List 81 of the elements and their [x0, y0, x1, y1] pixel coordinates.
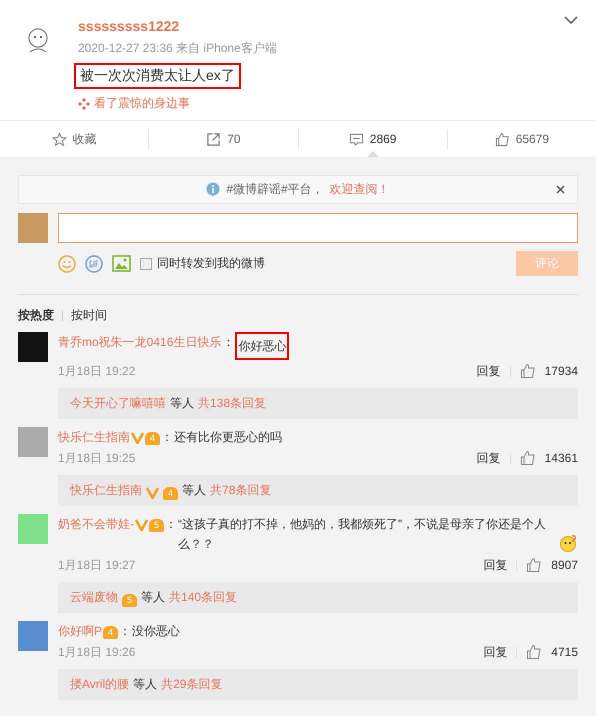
author-name[interactable]: sssssssss1222 [78, 18, 578, 34]
chevron-down-icon[interactable] [564, 16, 578, 25]
sort-tab[interactable]: 按时间 [71, 307, 107, 324]
reply-count-link[interactable]: 共138条回复 [198, 395, 266, 412]
comment-text: 没你恶心 [132, 623, 180, 640]
others-text: 等人 [182, 482, 206, 499]
forward-checkbox[interactable] [140, 258, 152, 270]
comment-text: 你好恶心 [235, 332, 290, 360]
sort-tab[interactable]: 按热度 [18, 307, 54, 324]
thumbs-up-icon[interactable] [520, 450, 536, 466]
replier-name[interactable]: 云端废物 [70, 589, 118, 606]
like-count: 17934 [544, 364, 578, 378]
replies-summary[interactable]: 今天开心了嘛嘻嘻 等人 共138条回复 [58, 388, 578, 419]
selected-pointer-icon [366, 151, 379, 157]
thumbs-up-icon [494, 132, 510, 146]
others-text: 等人 [133, 676, 158, 693]
replies-summary[interactable]: 搂Avril的腰 等人 共29条回复 [58, 669, 578, 700]
level-badge: 4 [145, 432, 160, 445]
comment-time: 1月18日 19:27 [58, 556, 136, 574]
info-icon [206, 182, 220, 197]
comment-text: 还有比你更恶心的吗 [174, 429, 282, 446]
reply-count-link[interactable]: 共29条回复 [161, 676, 222, 693]
replies-summary[interactable]: 云端废物 5 等人 共140条回复 [58, 582, 578, 613]
level-badge: 4 [103, 626, 118, 639]
share-icon [206, 132, 222, 146]
reply-count-link[interactable]: 共140条回复 [169, 589, 238, 606]
thumbs-up-icon[interactable] [526, 557, 542, 573]
colon: ： [222, 334, 234, 351]
avatar-placeholder [18, 514, 48, 544]
level-badge: 5 [122, 594, 138, 606]
comment-time: 1月18日 19:26 [58, 644, 136, 660]
commenter-name[interactable]: 你好啊P [58, 621, 102, 641]
level-badge: 5 [149, 519, 164, 532]
comment-text: “这孩子真的打不掉，他妈的，我都烦死了”，不说是母亲了你还是个人么？？ [178, 516, 548, 553]
star-icon [52, 132, 67, 146]
others-text: 等人 [170, 395, 194, 412]
topic-link[interactable]: 看了震惊的身边事 [94, 95, 190, 112]
post-text: 被一次次消费太让人ex了 [74, 63, 241, 89]
commenter-name[interactable]: 奶爸不会带娃- [58, 514, 134, 534]
avatar-placeholder [18, 621, 48, 651]
close-icon[interactable] [556, 185, 565, 194]
notice-text: #微博辟谣#平台， [226, 181, 324, 198]
commenter-name[interactable]: 青乔mo祝朱一龙0416生日快乐 [58, 332, 222, 352]
thumbs-up-icon[interactable] [520, 363, 536, 379]
comment-icon [348, 132, 364, 146]
reply-link[interactable]: 回复 [483, 556, 508, 574]
flower-icon [78, 98, 90, 110]
replier-name[interactable]: 快乐仁生指南 [70, 482, 142, 499]
replier-name[interactable]: 今天开心了嘛嘻嘻 [70, 395, 166, 412]
thumbs-up-icon[interactable] [526, 644, 542, 660]
avatar-placeholder [18, 332, 48, 362]
comment-time: 1月18日 19:25 [58, 450, 136, 466]
like-count: 8907 [551, 558, 578, 572]
forward-label: 同时转发到我的微博 [157, 255, 265, 272]
notice-link[interactable]: 欢迎查阅！ [330, 181, 390, 198]
colon: ： [119, 623, 132, 640]
reply-link[interactable]: 回复 [476, 450, 501, 466]
others-text: 等人 [141, 589, 166, 606]
image-icon[interactable] [112, 255, 131, 272]
gif-icon[interactable] [85, 254, 103, 272]
colon: ： [161, 429, 174, 446]
reply-link[interactable]: 回复 [483, 644, 508, 660]
share-action[interactable]: 70 [149, 121, 298, 157]
reply-link[interactable]: 回复 [476, 362, 501, 380]
comment-action[interactable]: 2869 [298, 121, 447, 157]
comment-input[interactable] [58, 213, 578, 243]
star-action[interactable]: 收藏 [0, 121, 148, 157]
comment-time: 1月18日 19:22 [58, 362, 136, 380]
smiley-icon[interactable] [58, 254, 76, 272]
reply-count-link[interactable]: 共78条回复 [210, 482, 272, 499]
avatar-placeholder [18, 213, 48, 243]
like-action[interactable]: 65679 [448, 121, 596, 157]
post-meta: 2020-12-27 23:36 来自 iPhone客户端 [78, 40, 278, 57]
like-count: 4715 [551, 645, 578, 659]
like-count: 14361 [544, 451, 578, 465]
replies-summary[interactable]: 快乐仁生指南 4 等人 共78条回复 [58, 475, 578, 506]
level-badge: 4 [163, 486, 178, 500]
replier-name[interactable]: 搂Avril的腰 [70, 676, 130, 693]
avatar-placeholder [18, 427, 48, 457]
colon: ： [165, 516, 178, 533]
commenter-name[interactable]: 快乐仁生指南 [58, 427, 130, 447]
